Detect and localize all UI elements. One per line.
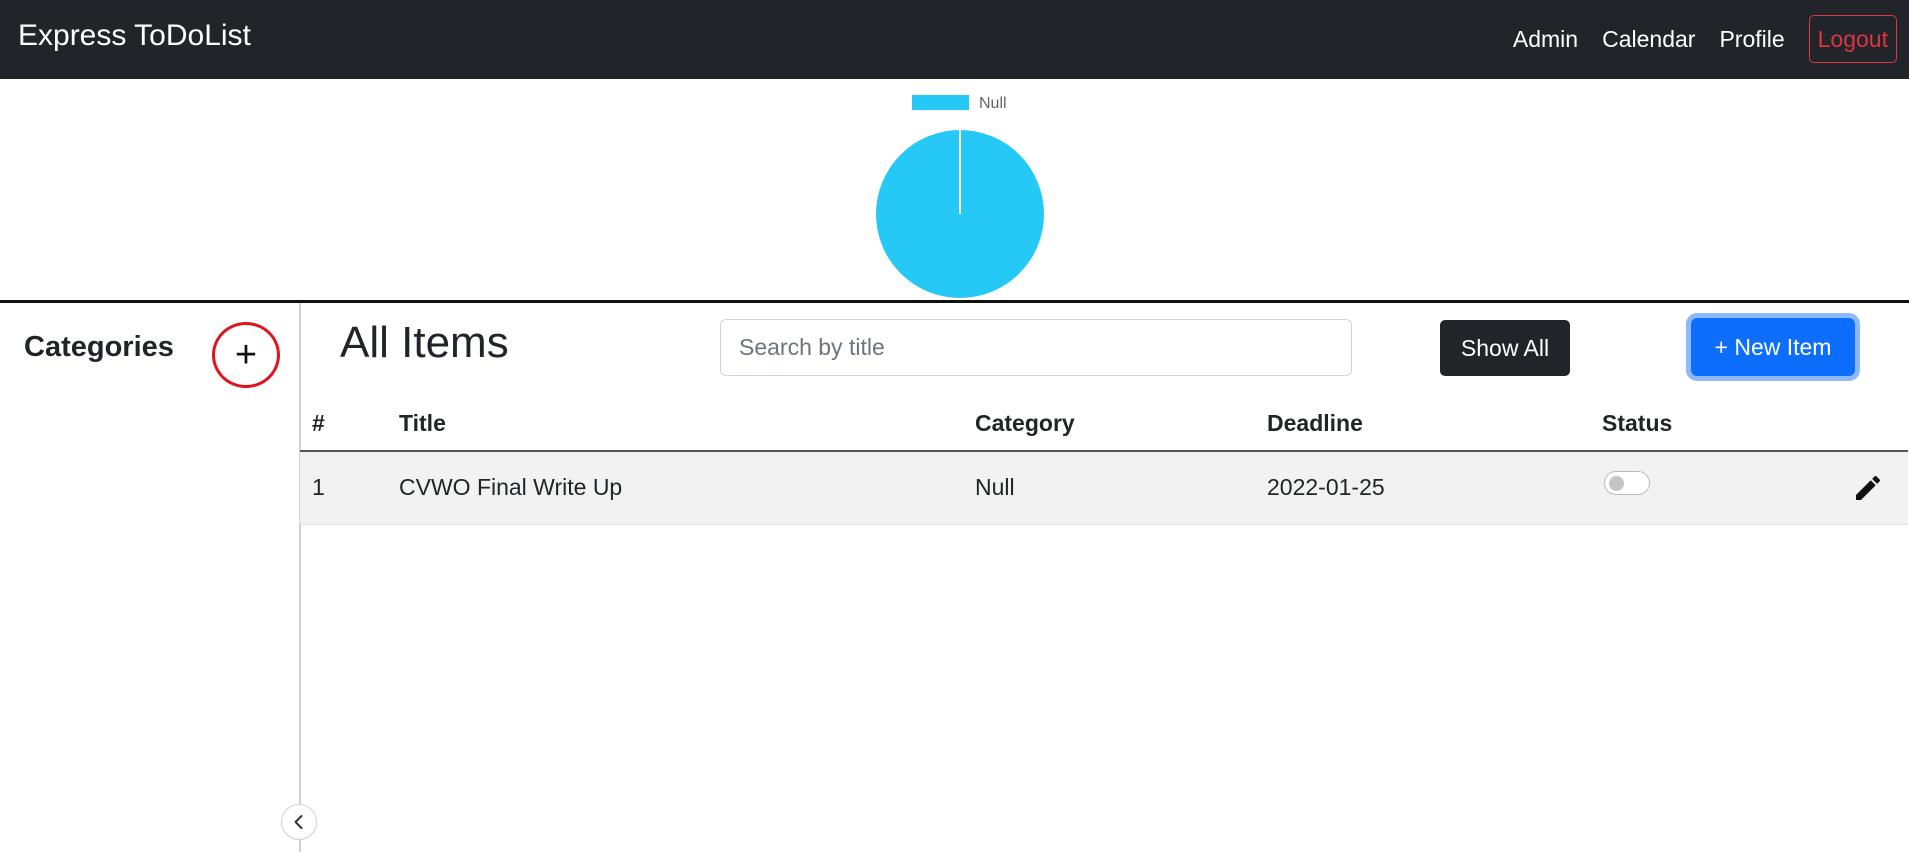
plus-icon: + <box>234 333 258 376</box>
status-toggle[interactable] <box>1604 471 1650 495</box>
nav-link-calendar[interactable]: Calendar <box>1602 26 1695 53</box>
brand-title[interactable]: Express ToDoList <box>18 19 251 53</box>
nav-link-profile[interactable]: Profile <box>1719 26 1784 53</box>
header-status[interactable]: Status <box>1602 410 1672 437</box>
row-number: 1 <box>312 474 325 500</box>
pie-slices <box>876 130 1044 298</box>
page-title: All Items <box>340 318 509 367</box>
navbar: Express ToDoList Admin Calendar Profile … <box>0 0 1909 79</box>
pencil-icon[interactable] <box>1852 472 1884 504</box>
header-number: # <box>312 410 325 436</box>
row-deadline: 2022-01-25 <box>1267 474 1385 500</box>
new-item-button[interactable]: + New Item <box>1691 318 1855 376</box>
category-pie-chart: Null <box>876 95 1044 298</box>
table-row[interactable]: 1 CVWO Final Write Up Null 2022-01-25 <box>300 452 1908 525</box>
row-title: CVWO Final Write Up <box>399 474 623 500</box>
row-category: Null <box>975 474 1015 500</box>
header-deadline[interactable]: Deadline <box>1267 410 1363 437</box>
sidebar-title: Categories <box>24 331 174 363</box>
collapse-sidebar-button[interactable] <box>281 804 317 840</box>
toggle-knob <box>1609 476 1624 491</box>
nav-links: Admin Calendar Profile Logout <box>1513 11 1897 67</box>
show-all-button[interactable]: Show All <box>1440 320 1570 376</box>
legend-swatch-null[interactable] <box>912 95 969 110</box>
table-header: # Title Category Deadline Status <box>300 398 1908 452</box>
chart-area: Null <box>0 79 1909 301</box>
add-category-button[interactable]: + <box>212 322 280 388</box>
categories-sidebar: Categories + <box>0 303 301 852</box>
nav-link-admin[interactable]: Admin <box>1513 26 1578 53</box>
chevron-left-icon <box>294 815 303 829</box>
header-title[interactable]: Title <box>399 410 446 437</box>
header-category[interactable]: Category <box>975 410 1075 437</box>
chart-legend: Null <box>912 95 1007 112</box>
items-table: # Title Category Deadline Status 1 CVWO … <box>300 398 1908 525</box>
search-input[interactable] <box>720 319 1352 376</box>
logout-button[interactable]: Logout <box>1808 15 1897 63</box>
legend-label-null: Null <box>979 95 1007 112</box>
